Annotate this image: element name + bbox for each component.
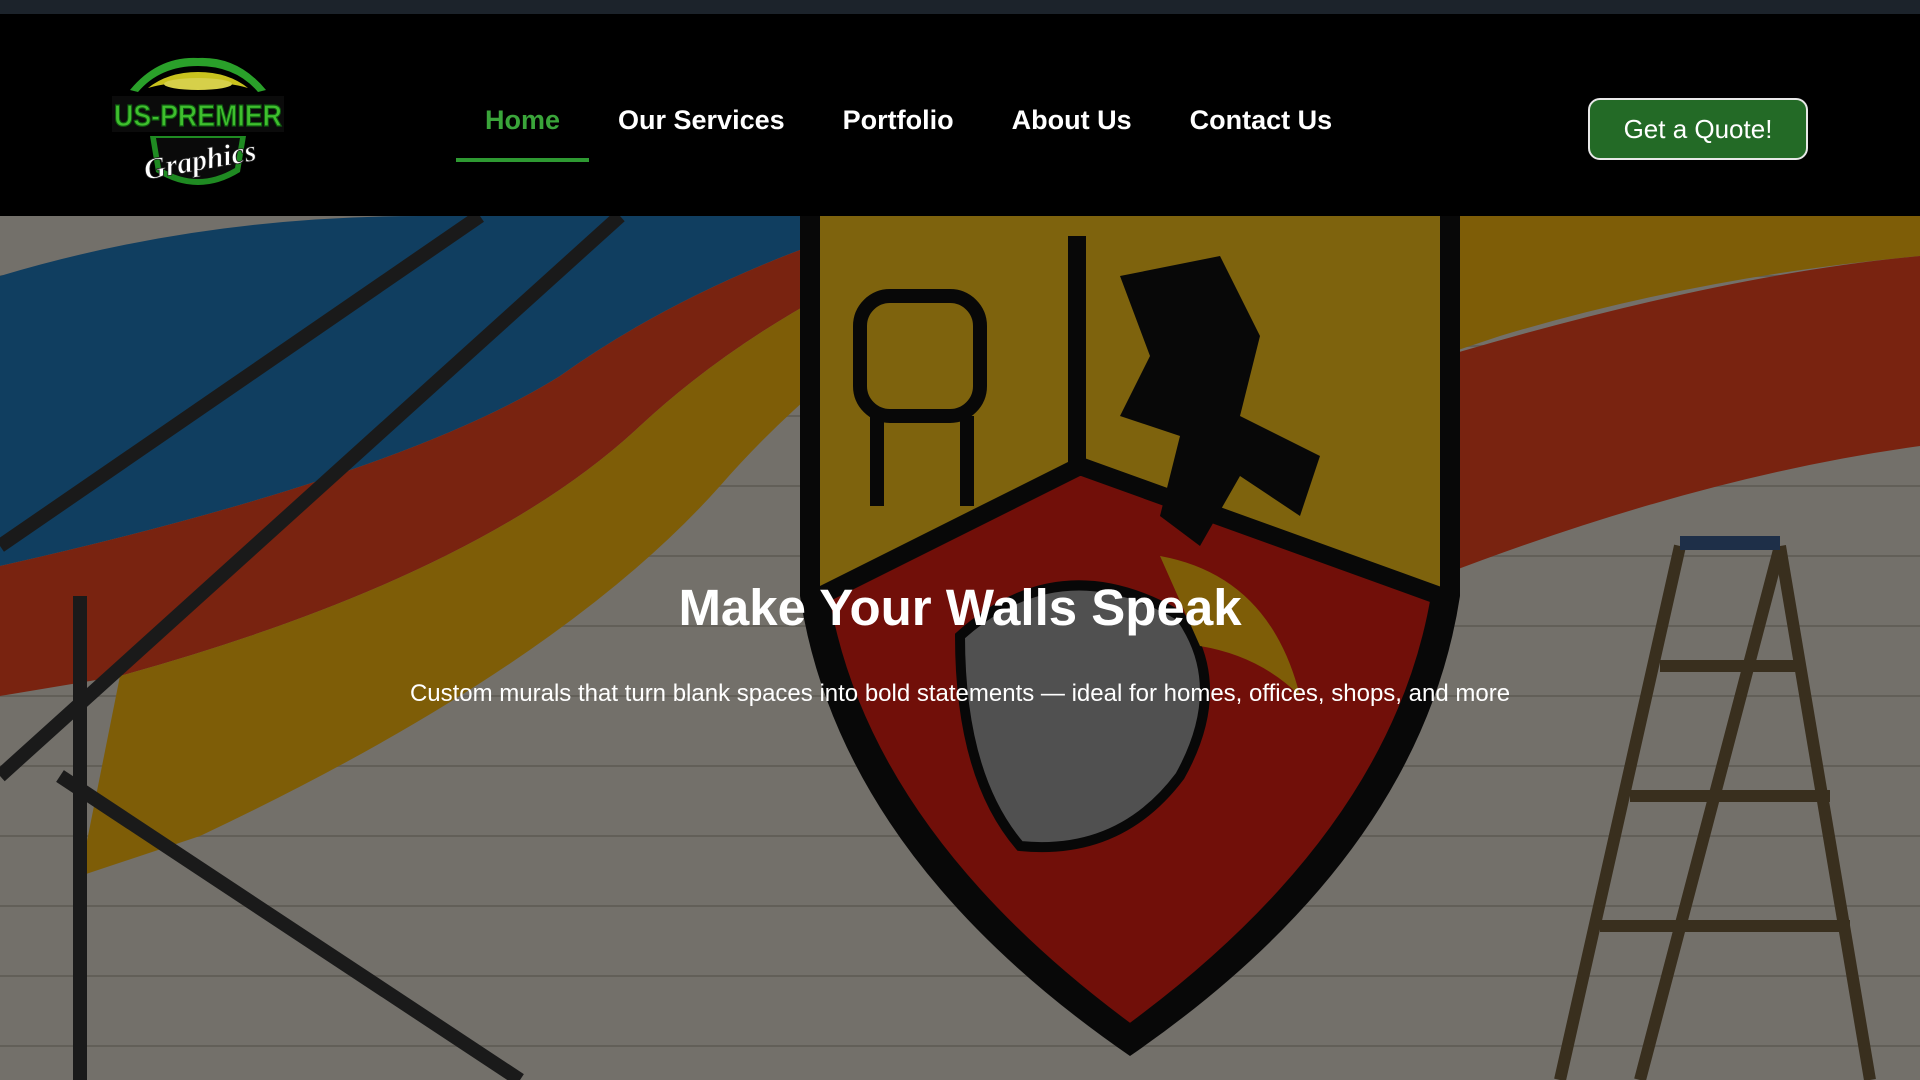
site-header: US-PREMIER Graphics Home Our Services Po… [0, 14, 1920, 216]
logo-graphic: US-PREMIER Graphics [112, 57, 284, 187]
site-logo[interactable]: US-PREMIER Graphics [108, 48, 288, 198]
hero-subtitle: Custom murals that turn blank spaces int… [409, 680, 1511, 707]
nav-item-label: Our Services [618, 104, 785, 135]
hero-title: Make Your Walls Speak [678, 579, 1242, 636]
nav-item-label: Portfolio [842, 104, 954, 135]
get-quote-button[interactable]: Get a Quote! [1588, 98, 1808, 160]
nav-item-portfolio[interactable]: Portfolio [814, 78, 983, 162]
nav-item-label: Home [485, 104, 561, 135]
logo-text-line1: US-PREMIER [114, 98, 282, 133]
main-nav: Home Our Services Portfolio About Us Con… [456, 78, 1361, 162]
nav-item-label: About Us [1011, 104, 1132, 135]
nav-item-home[interactable]: Home [456, 78, 590, 162]
hero-section: Make Your Walls Speak Custom murals that… [0, 216, 1920, 1080]
nav-item-label: Contact Us [1189, 104, 1333, 135]
hero-dark-overlay [0, 216, 1920, 1080]
browser-top-strip [0, 0, 1920, 14]
nav-item-contact-us[interactable]: Contact Us [1161, 78, 1362, 162]
nav-item-about-us[interactable]: About Us [983, 78, 1161, 162]
nav-item-our-services[interactable]: Our Services [589, 78, 814, 162]
